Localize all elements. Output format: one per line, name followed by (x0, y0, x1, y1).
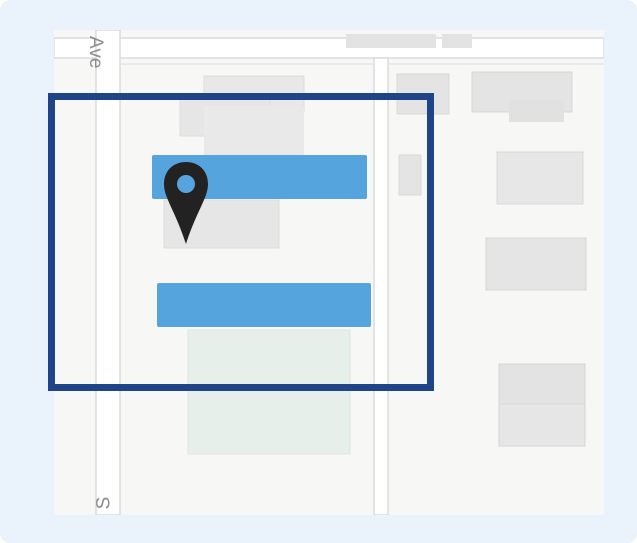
building (485, 237, 587, 291)
street-label-ave: Ave (85, 36, 106, 69)
building (496, 151, 584, 205)
map-card: Ave S (0, 0, 637, 543)
road-top (54, 37, 604, 59)
building (509, 100, 564, 122)
building (498, 363, 586, 405)
selection-box (48, 93, 434, 391)
street-label-s: S (93, 496, 115, 510)
building (498, 403, 586, 447)
map-pin-icon[interactable] (161, 160, 211, 246)
